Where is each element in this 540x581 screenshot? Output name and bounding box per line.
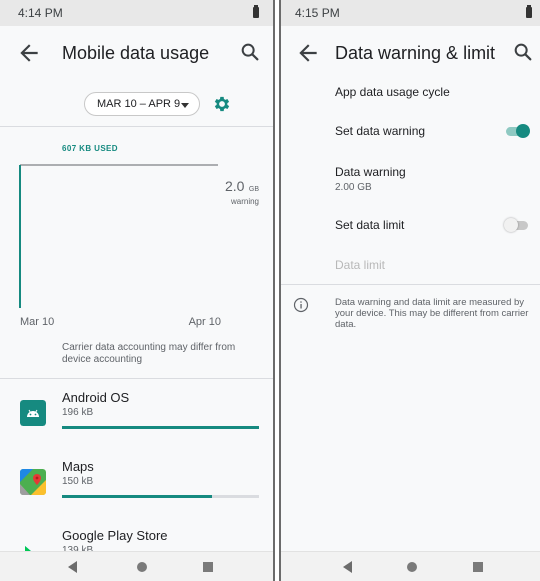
battery-icon xyxy=(526,5,532,18)
status-bar: 4:14 PM xyxy=(0,0,273,26)
app-name: Maps xyxy=(62,459,94,474)
status-time: 4:15 PM xyxy=(295,6,340,20)
set-data-warning-label: Set data warning xyxy=(335,124,426,138)
usage-bar-fill xyxy=(62,495,212,498)
billing-cycle-dropdown[interactable]: MAR 10 – APR 9 xyxy=(84,92,200,116)
navigation-bar xyxy=(0,551,273,581)
x-axis-start: Mar 10 xyxy=(20,316,55,328)
nav-recents-icon[interactable] xyxy=(203,562,213,572)
x-axis-end: Apr 10 xyxy=(188,316,221,328)
chevron-down-icon xyxy=(181,103,189,108)
app-bar: Mobile data usage xyxy=(0,26,273,82)
data-warning-label: Data warning xyxy=(335,165,406,179)
usage-bar-fill xyxy=(62,426,259,429)
nav-home-icon[interactable] xyxy=(407,562,417,572)
set-data-limit-label: Set data limit xyxy=(335,218,405,232)
usage-bar xyxy=(62,426,259,429)
warning-value: 2.0 xyxy=(224,178,245,194)
divider xyxy=(0,126,273,127)
data-warning-limit-screen: 4:15 PM Data warning & limit App data us… xyxy=(279,0,540,581)
billing-cycle-label: MAR 10 – APR 9 xyxy=(97,98,181,110)
battery-icon xyxy=(253,5,259,18)
data-used-label: 607 KB USED xyxy=(62,144,118,153)
info-icon xyxy=(293,297,309,313)
nav-back-icon[interactable] xyxy=(68,561,77,573)
data-warning-value: 2.00 GB xyxy=(335,182,372,193)
search-icon[interactable] xyxy=(239,41,261,63)
page-title: Mobile data usage xyxy=(62,43,210,63)
back-arrow-icon[interactable] xyxy=(16,40,42,66)
gear-icon[interactable] xyxy=(212,94,232,114)
toggle-knob xyxy=(516,124,530,138)
divider xyxy=(281,284,540,285)
app-usage-item[interactable]: Android OS 196 kB xyxy=(0,390,273,454)
warning-caption: warning xyxy=(230,197,259,206)
app-data-usage-cycle-item[interactable]: App data usage cycle xyxy=(335,85,540,99)
app-data-usage-cycle-label: App data usage cycle xyxy=(335,85,450,99)
nav-recents-icon[interactable] xyxy=(473,562,483,572)
android-os-icon xyxy=(20,400,46,426)
maps-icon xyxy=(20,469,46,495)
app-usage-item[interactable]: Maps 150 kB xyxy=(0,459,273,523)
data-limit-item: Data limit xyxy=(335,258,540,272)
carrier-note: Carrier data accounting may differ from … xyxy=(62,342,236,365)
mobile-data-usage-screen: 4:14 PM Mobile data usage MAR 10 – APR 9… xyxy=(0,0,275,581)
usage-chart xyxy=(19,164,218,308)
usage-bar xyxy=(62,495,259,498)
app-bar: Data warning & limit xyxy=(281,26,540,82)
app-name: Google Play Store xyxy=(62,528,168,543)
toggle-knob xyxy=(504,218,518,232)
divider xyxy=(0,378,273,379)
warning-unit: GB xyxy=(248,186,259,193)
set-data-limit-toggle[interactable] xyxy=(504,218,530,232)
set-data-warning-toggle[interactable] xyxy=(504,124,530,138)
nav-home-icon[interactable] xyxy=(137,562,147,572)
nav-back-icon[interactable] xyxy=(343,561,352,573)
data-limit-label: Data limit xyxy=(335,258,386,272)
warning-threshold-label: 2.0 GB warning xyxy=(225,178,259,206)
search-icon[interactable] xyxy=(512,41,534,63)
data-warning-item[interactable]: Data warning 2.00 GB xyxy=(335,165,540,193)
status-time: 4:14 PM xyxy=(18,6,63,20)
navigation-bar xyxy=(281,551,540,581)
back-arrow-icon[interactable] xyxy=(295,40,321,66)
page-title: Data warning & limit xyxy=(335,43,496,63)
app-data-size: 196 kB xyxy=(62,407,94,418)
info-text: Data warning and data limit are measured… xyxy=(335,297,529,330)
status-bar: 4:15 PM xyxy=(281,0,540,26)
app-name: Android OS xyxy=(62,390,130,405)
app-data-size: 150 kB xyxy=(62,476,94,487)
